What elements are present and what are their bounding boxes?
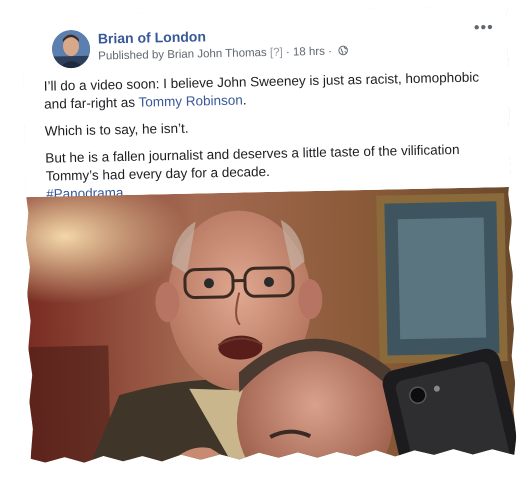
- post-photo[interactable]: [25, 187, 517, 465]
- more-options-button[interactable]: •••: [474, 19, 494, 37]
- publisher-name[interactable]: Brian John Thomas: [167, 47, 267, 61]
- screenshot-stage: Brian of London Published by Brian John …: [0, 0, 532, 491]
- tommy-robinson-link[interactable]: Tommy Robinson: [138, 93, 243, 110]
- facebook-post-card: Brian of London Published by Brian John …: [21, 5, 516, 465]
- author-avatar[interactable]: [52, 30, 91, 69]
- post-paragraph-1: I’ll do a video soon: I believe John Swe…: [44, 68, 498, 113]
- post-paragraph-2: Which is to say, he isn’t.: [44, 120, 189, 139]
- post-photo-image: [25, 187, 517, 465]
- meta-separator: ·: [282, 46, 294, 59]
- paragraph-3-text: But he is a fallen journalist and deserv…: [45, 141, 460, 184]
- paragraph-1-text: I’ll do a video soon: I believe John Swe…: [43, 69, 480, 112]
- avatar-image: [52, 30, 91, 69]
- post-text: I’ll do a video soon: I believe John Swe…: [44, 68, 500, 203]
- author-name-link[interactable]: Brian of London: [98, 28, 206, 46]
- post-header: Brian of London Published by Brian John …: [52, 21, 497, 70]
- post-meta: Published by Brian John Thomas [?] · 18 …: [98, 45, 348, 62]
- published-by-prefix: Published by: [98, 49, 168, 63]
- globe-icon: [338, 45, 348, 55]
- paragraph-1-end: .: [242, 92, 247, 108]
- post-timestamp[interactable]: 18 hrs: [293, 46, 325, 59]
- meta-separator-2: ·: [324, 45, 336, 58]
- help-link[interactable]: [?]: [270, 47, 283, 59]
